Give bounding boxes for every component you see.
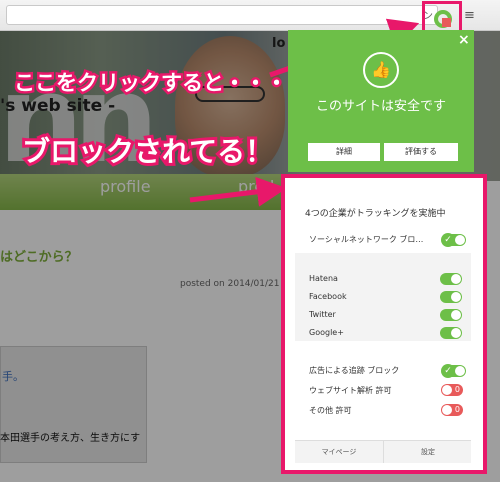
social-network-label: ソーシャルネットワーク ブロ… [309,235,424,244]
close-icon[interactable]: × [458,32,470,48]
other-label: その他 許可 [309,406,352,415]
panel-footer: マイページ 設定 [295,440,471,463]
googleplus-toggle[interactable] [440,327,462,339]
other-toggle[interactable]: 0 [441,404,463,416]
arrow-to-tracking-panel [189,176,287,207]
tracking-panel: 4つの企業がトラッキングを実施中 ソーシャルネットワーク ブロ… ✓ Haten… [289,182,479,466]
thumbs-up-icon: 👍 [371,60,391,79]
analytics-label: ウェブサイト解析 許可 [309,386,392,395]
annotation-click-here: ここをクリックすると・・・ [12,69,290,98]
list-item-googleplus: Google+ [309,328,344,337]
rate-button[interactable]: 評価する [384,143,458,161]
ad-tracking-label: 広告による追跡 ブロック [309,366,400,375]
check-icon: ✓ [441,233,455,247]
other-count: 0 [454,405,460,414]
mypage-button[interactable]: マイページ [295,441,383,463]
thumbs-up-badge: 👍 [363,52,399,88]
check-icon: ✓ [441,364,455,378]
security-message: このサイトは安全です [315,99,446,114]
list-item-hatena: Hatena [309,274,338,283]
list-item-twitter: Twitter [309,310,336,319]
settings-button[interactable]: 設定 [384,441,472,463]
hatena-toggle[interactable] [440,273,462,285]
twitter-toggle[interactable] [440,309,462,321]
analytics-toggle[interactable]: 0 [441,384,463,396]
facebook-toggle[interactable] [440,291,462,303]
tracking-panel-highlight: 4つの企業がトラッキングを実施中 ソーシャルネットワーク ブロ… ✓ Haten… [281,174,487,474]
tracking-title: 4つの企業がトラッキングを実施中 [305,209,446,219]
analytics-count: 0 [454,385,460,394]
security-panel: × 👍 このサイトは安全です 詳細 評価する [288,30,474,172]
annotation-blocked: ブロックされてる！ [19,132,276,171]
detail-button[interactable]: 詳細 [308,143,380,161]
list-item-facebook: Facebook [309,292,347,301]
